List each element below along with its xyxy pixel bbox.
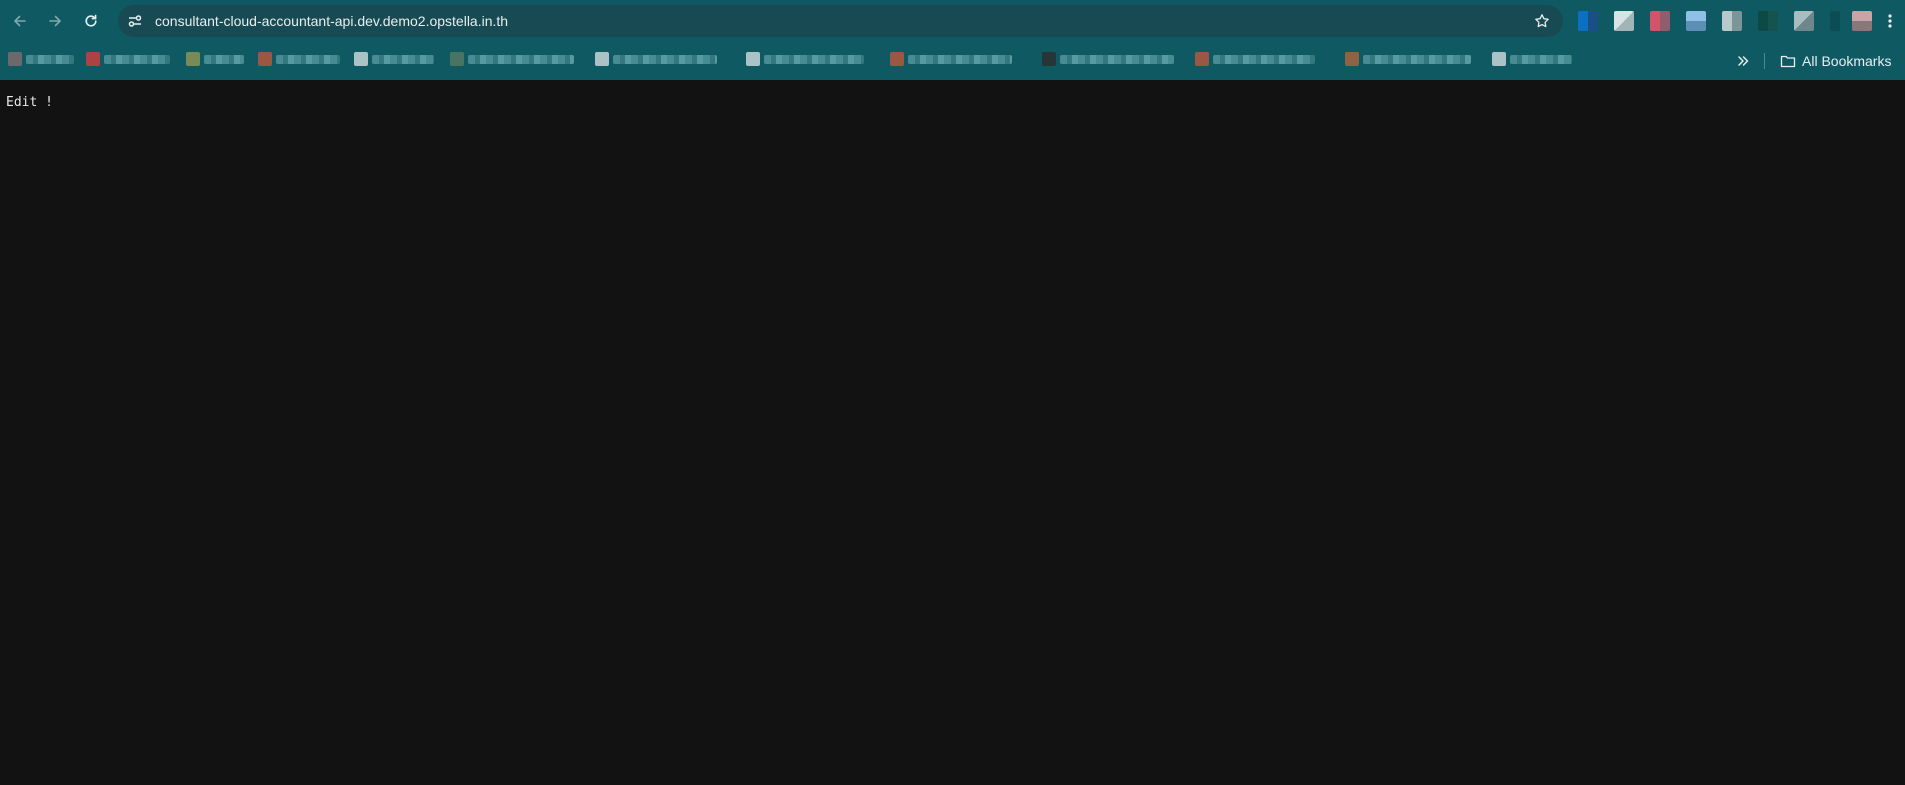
bookmark-star-button[interactable] bbox=[1531, 10, 1553, 32]
bookmark-item[interactable] bbox=[595, 50, 721, 70]
bookmarks-overflow-button[interactable] bbox=[1732, 50, 1754, 72]
page-content: Edit ! bbox=[0, 80, 1905, 785]
bookmark-label bbox=[204, 55, 244, 64]
reload-button[interactable] bbox=[79, 9, 103, 33]
bookmark-item[interactable] bbox=[890, 50, 1014, 70]
site-info-button[interactable] bbox=[124, 10, 146, 32]
bookmark-favicon bbox=[86, 52, 100, 66]
double-chevron-right-icon bbox=[1738, 56, 1749, 66]
extensions-area bbox=[1578, 9, 1878, 33]
tune-icon bbox=[128, 15, 142, 27]
extension-icon[interactable] bbox=[1722, 11, 1742, 31]
bookmark-item[interactable] bbox=[746, 50, 866, 70]
bookmark-label bbox=[1213, 55, 1315, 64]
bookmark-favicon bbox=[1345, 52, 1359, 66]
url-text[interactable]: consultant-cloud-accountant-api.dev.demo… bbox=[155, 13, 508, 29]
bookmark-favicon bbox=[746, 52, 760, 66]
bookmark-item[interactable] bbox=[450, 50, 578, 70]
extension-icon[interactable] bbox=[1686, 11, 1706, 31]
bookmarks-divider bbox=[1764, 53, 1765, 69]
bookmark-label bbox=[613, 55, 717, 64]
bookmark-label bbox=[1510, 55, 1572, 64]
forward-icon bbox=[49, 15, 61, 27]
bookmark-favicon bbox=[450, 52, 464, 66]
bookmark-item[interactable] bbox=[186, 50, 244, 70]
extension-icon[interactable] bbox=[1830, 11, 1850, 31]
page-body-text: Edit ! bbox=[6, 95, 53, 110]
bookmark-item[interactable] bbox=[354, 50, 436, 70]
extension-icon[interactable] bbox=[1758, 11, 1778, 31]
bookmark-favicon bbox=[186, 52, 200, 66]
bookmark-label bbox=[1363, 55, 1471, 64]
reload-icon bbox=[85, 14, 97, 27]
bookmark-label bbox=[1060, 55, 1174, 64]
bookmark-favicon bbox=[8, 52, 22, 66]
bookmark-favicon bbox=[1195, 52, 1209, 66]
bookmark-label bbox=[104, 55, 170, 64]
extension-icon[interactable] bbox=[1578, 11, 1598, 31]
back-button[interactable] bbox=[8, 9, 32, 33]
bookmark-favicon bbox=[595, 52, 609, 66]
browser-toolbar: consultant-cloud-accountant-api.dev.demo… bbox=[0, 0, 1905, 42]
bookmark-favicon bbox=[890, 52, 904, 66]
all-bookmarks-label: All Bookmarks bbox=[1802, 53, 1892, 69]
bookmark-item[interactable] bbox=[1042, 50, 1178, 70]
extension-icon[interactable] bbox=[1794, 11, 1814, 31]
forward-button[interactable] bbox=[43, 9, 67, 33]
bookmark-label bbox=[26, 55, 74, 64]
bookmark-items bbox=[0, 42, 1595, 80]
bookmark-favicon bbox=[1042, 52, 1056, 66]
bookmark-label bbox=[908, 55, 1012, 64]
bookmark-item[interactable] bbox=[1345, 50, 1473, 70]
folder-icon bbox=[1780, 55, 1796, 68]
bookmark-favicon bbox=[1492, 52, 1506, 66]
bookmark-label bbox=[372, 55, 434, 64]
bookmark-label bbox=[764, 55, 864, 64]
all-bookmarks-button[interactable]: All Bookmarks bbox=[1780, 50, 1891, 72]
bookmark-item[interactable] bbox=[8, 50, 74, 70]
profile-avatar[interactable] bbox=[1852, 11, 1872, 31]
bookmark-item[interactable] bbox=[258, 50, 342, 70]
bookmark-item[interactable] bbox=[1492, 50, 1574, 70]
back-icon bbox=[14, 15, 26, 27]
bookmark-label bbox=[276, 55, 340, 64]
bookmarks-bar: All Bookmarks bbox=[0, 42, 1905, 80]
bookmark-favicon bbox=[258, 52, 272, 66]
extension-icon[interactable] bbox=[1614, 11, 1634, 31]
bookmark-item[interactable] bbox=[86, 50, 172, 70]
extension-icon[interactable] bbox=[1650, 11, 1670, 31]
bookmark-label bbox=[468, 55, 574, 64]
address-bar[interactable]: consultant-cloud-accountant-api.dev.demo… bbox=[118, 5, 1563, 37]
browser-menu-button[interactable] bbox=[1880, 9, 1900, 33]
bookmark-favicon bbox=[354, 52, 368, 66]
bookmark-item[interactable] bbox=[1195, 50, 1317, 70]
kebab-menu-icon bbox=[1888, 14, 1892, 28]
star-icon bbox=[1535, 14, 1549, 28]
